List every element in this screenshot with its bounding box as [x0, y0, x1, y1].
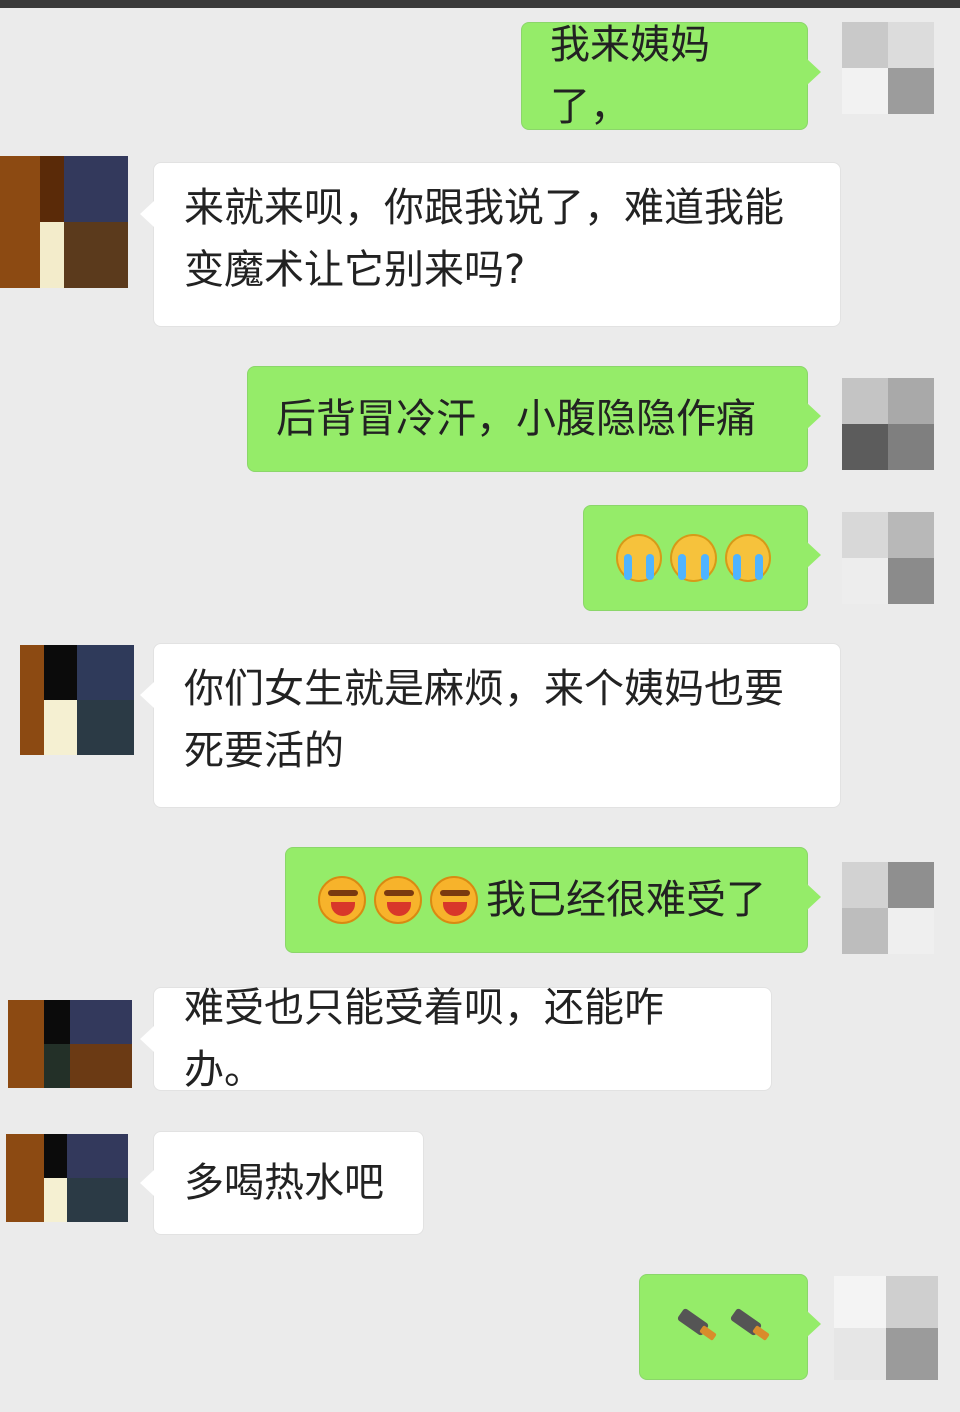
message-bubble-other[interactable]: 难受也只能受着呗，还能咋办。	[140, 985, 772, 1093]
laugh-cry-face-icon	[318, 876, 366, 924]
message-bubble-mine[interactable]	[583, 505, 821, 611]
message-bubble-other[interactable]: 多喝热水吧	[140, 1131, 424, 1235]
laugh-cry-face-icon	[374, 876, 422, 924]
message-bubble-other[interactable]: 来就来呗，你跟我说了，难道我能变魔术让它别来吗?	[140, 162, 841, 327]
status-bar-edge	[0, 0, 960, 8]
contact-avatar[interactable]	[20, 645, 134, 755]
message-bubble-mine[interactable]: 我来姨妈了，	[521, 22, 821, 130]
contact-avatar[interactable]	[8, 1000, 132, 1088]
my-avatar[interactable]	[842, 512, 934, 604]
laugh-cry-face-icon	[430, 876, 478, 924]
crying-face-icon	[670, 534, 717, 582]
message-bubble-mine[interactable]: 我已经很难受了	[285, 847, 821, 953]
message-bubble-mine[interactable]: 后背冒冷汗，小腹隐隐作痛	[247, 366, 821, 472]
message-text: 多喝热水吧	[184, 1160, 384, 1206]
kitchen-knife-icon	[727, 1307, 772, 1347]
kitchen-knife-icon	[674, 1307, 719, 1347]
message-text: 后背冒冷汗，小腹隐隐作痛	[276, 396, 756, 442]
contact-avatar[interactable]	[0, 156, 128, 288]
crying-face-icon	[616, 534, 663, 582]
my-avatar[interactable]	[842, 862, 934, 954]
message-text: 难受也只能受着呗，还能咋办。	[184, 985, 664, 1093]
message-text: 来就来呗，你跟我说了，难道我能变魔术让它别来吗?	[184, 185, 784, 293]
crying-face-icon	[724, 534, 771, 582]
my-avatar[interactable]	[842, 378, 934, 470]
message-text: 你们女生就是麻烦，来个姨妈也要死要活的	[184, 666, 784, 774]
my-avatar[interactable]	[842, 22, 934, 114]
message-bubble-mine[interactable]	[639, 1274, 821, 1380]
my-avatar[interactable]	[834, 1276, 938, 1380]
message-bubble-other[interactable]: 你们女生就是麻烦，来个姨妈也要死要活的	[140, 643, 841, 808]
contact-avatar[interactable]	[6, 1134, 128, 1222]
message-text: 我来姨妈了，	[550, 22, 710, 130]
message-text: 我已经很难受了	[486, 877, 766, 923]
